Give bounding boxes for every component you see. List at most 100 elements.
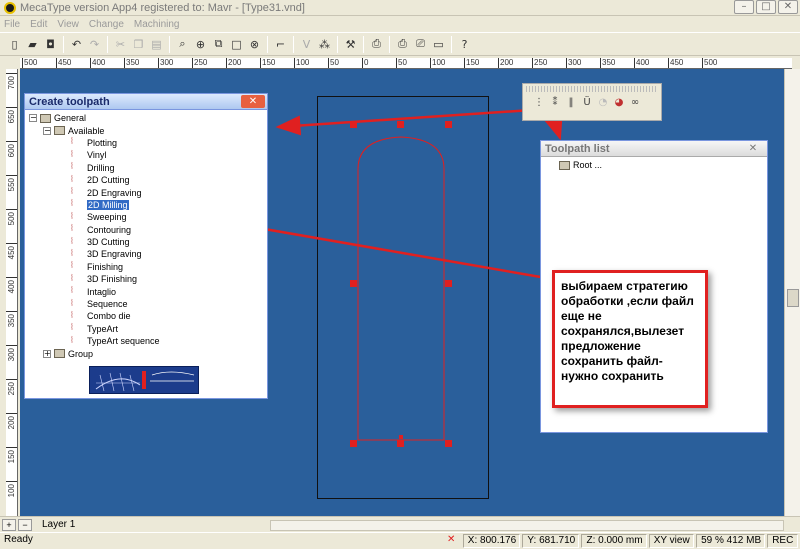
menu-view[interactable]: View [57, 19, 79, 30]
close-panel-button[interactable]: ✕ [241, 95, 265, 108]
paste-icon[interactable]: ▤ [148, 36, 165, 53]
close-button[interactable]: ✕ [778, 0, 798, 14]
folder-icon [54, 126, 65, 136]
menu-machining[interactable]: Machining [134, 19, 180, 30]
vertical-scrollbar[interactable] [784, 69, 800, 516]
scroll-thumb[interactable] [787, 289, 799, 307]
tree-label: TypeArt sequence [87, 336, 160, 347]
menu-bar: File Edit View Change Machining [0, 16, 800, 32]
tool-icon: ⦚ [71, 298, 73, 309]
menu-file[interactable]: File [4, 19, 20, 30]
tree-label: 2D Engraving [87, 187, 142, 198]
menu-edit[interactable]: Edit [30, 19, 47, 30]
tree-item-vinyl[interactable]: ⦚ Vinyl [29, 149, 263, 161]
toolbar-grip[interactable] [526, 86, 658, 92]
ruler-tick: 700 [6, 73, 17, 89]
cut-icon[interactable]: ✂ [112, 36, 129, 53]
close-panel-button[interactable]: ✕ [741, 142, 765, 155]
copy-icon[interactable]: ❐ [130, 36, 147, 53]
measure-icon[interactable]: ⌐ [272, 36, 289, 53]
tree-item-sweeping[interactable]: ⦚ Sweeping [29, 211, 263, 223]
maximize-button[interactable]: □ [756, 0, 776, 14]
tree-item-drilling[interactable]: ⦚ Drilling [29, 162, 263, 174]
redo-icon[interactable]: ↷ [86, 36, 103, 53]
vertical-ruler: 700 650 600 550 500 450 400 350 300 250 … [6, 69, 18, 516]
save-icon[interactable]: ◘ [42, 36, 59, 53]
disabled-option-icon[interactable]: ◔ [597, 97, 609, 111]
tree-item-2d-cutting[interactable]: ⦚ 2D Cutting [29, 174, 263, 186]
tree-label: Group [68, 348, 94, 359]
tree-item-typeart-sequence[interactable]: ⦚ TypeArt sequence [29, 335, 263, 347]
ruler-tick: 200 [6, 413, 17, 429]
minimize-button[interactable]: – [734, 0, 754, 14]
document-icon[interactable]: ▭ [430, 36, 447, 53]
zoom-all-icon[interactable]: ⊗ [246, 36, 263, 53]
ruler-tick: 500 [22, 58, 38, 68]
tree-node-available[interactable]: − Available [29, 124, 263, 136]
tree-item-sequence[interactable]: ⦚ Sequence [29, 298, 263, 310]
print-icon[interactable]: ⎙ [394, 36, 411, 53]
remove-layer-button[interactable]: − [18, 518, 32, 531]
collapse-icon[interactable]: − [29, 114, 37, 123]
layer-tab[interactable]: Layer 1 [42, 519, 75, 530]
zoom-icon[interactable]: ⌕ [174, 36, 191, 53]
tree-item-3d-engraving[interactable]: ⦚ 3D Engraving [29, 248, 263, 260]
selection-handle [397, 440, 404, 447]
horizontal-ruler: 500 450 400 350 300 250 200 150 100 50 0… [20, 58, 792, 69]
expand-icon[interactable]: + [43, 349, 51, 358]
create-toolpath-panel: Create toolpath ✕ − General − Available … [24, 93, 268, 399]
help-icon[interactable]: ? [456, 36, 473, 53]
tree-item-3d-finishing[interactable]: ⦚ 3D Finishing [29, 273, 263, 285]
tree-item-2d-engraving[interactable]: ⦚ 2D Engraving [29, 186, 263, 198]
zoom-window-icon[interactable]: ⧉ [210, 36, 227, 53]
simulate-icon[interactable]: ⁑ [549, 97, 561, 111]
tree-item-typeart[interactable]: ⦚ TypeArt [29, 323, 263, 335]
tree-item-finishing[interactable]: ⦚ Finishing [29, 261, 263, 273]
tool-icon: ⦚ [71, 211, 73, 222]
toolpath-icon[interactable]: ⚒ [342, 36, 359, 53]
ruler-tick: 250 [192, 58, 208, 68]
undo-icon[interactable]: ↶ [68, 36, 85, 53]
toolbar-divider [267, 35, 268, 53]
zoom-in-icon[interactable]: ⊕ [192, 36, 209, 53]
tree-item-intaglio[interactable]: ⦚ Intaglio [29, 285, 263, 297]
selected-shape-outline [357, 136, 445, 441]
tool-icon[interactable]: Ü [581, 97, 593, 111]
toolpath-list-title: Toolpath list [545, 142, 610, 155]
tree-label: Finishing [87, 261, 124, 272]
tool-library-icon[interactable]: ‖ [565, 97, 577, 111]
new-file-icon[interactable]: ▯ [6, 36, 23, 53]
ruler-tick: 450 [56, 58, 72, 68]
open-folder-icon[interactable]: ▰ [24, 36, 41, 53]
machine-output-icon[interactable]: ⎙ [368, 36, 385, 53]
tree-item-contouring[interactable]: ⦚ Contouring [29, 224, 263, 236]
tree-item-plotting[interactable]: ⦚ Plotting [29, 137, 263, 149]
status-ready: Ready [4, 534, 33, 545]
tree-label: Sequence [87, 299, 128, 310]
horizontal-scrollbar[interactable] [270, 520, 784, 531]
link-icon[interactable]: ∞ [629, 97, 641, 111]
add-layer-button[interactable]: + [2, 518, 16, 531]
vectorize-icon[interactable]: V [298, 36, 315, 53]
window-controls: – □ ✕ [734, 0, 798, 14]
tree-node-root[interactable]: Root ... [545, 159, 763, 171]
print-preview-icon[interactable]: ⎚ [412, 36, 429, 53]
tree-item-2d-milling[interactable]: ⦚ 2D Milling [29, 199, 263, 211]
calculate-toolpath-icon[interactable]: ⋮ [533, 97, 545, 111]
tree-item-3d-cutting[interactable]: ⦚ 3D Cutting [29, 236, 263, 248]
collapse-icon[interactable]: − [43, 126, 51, 135]
ruler-tick: 500 [702, 58, 718, 68]
selection-handle [397, 121, 404, 128]
toolbar-divider [63, 35, 64, 53]
folder-icon [54, 349, 65, 359]
preview-icon[interactable]: ◕ [613, 97, 625, 111]
main-toolbar: ▯ ▰ ◘ ↶ ↷ ✂ ❐ ▤ ⌕ ⊕ ⧉ □ ⊗ ⌐ V ⁂ ⚒ ⎙ ⎙ ⎚ … [0, 32, 800, 56]
zoom-page-icon[interactable]: □ [228, 36, 245, 53]
node-edit-icon[interactable]: ⁂ [316, 36, 333, 53]
tree-item-combo-die[interactable]: ⦚ Combo die [29, 310, 263, 322]
tree-node-general[interactable]: − General [29, 112, 263, 124]
create-toolpath-title: Create toolpath [29, 95, 110, 108]
menu-change[interactable]: Change [89, 19, 124, 30]
tree-label-selected: 2D Milling [87, 199, 129, 210]
tree-node-group[interactable]: + Group [29, 347, 263, 359]
